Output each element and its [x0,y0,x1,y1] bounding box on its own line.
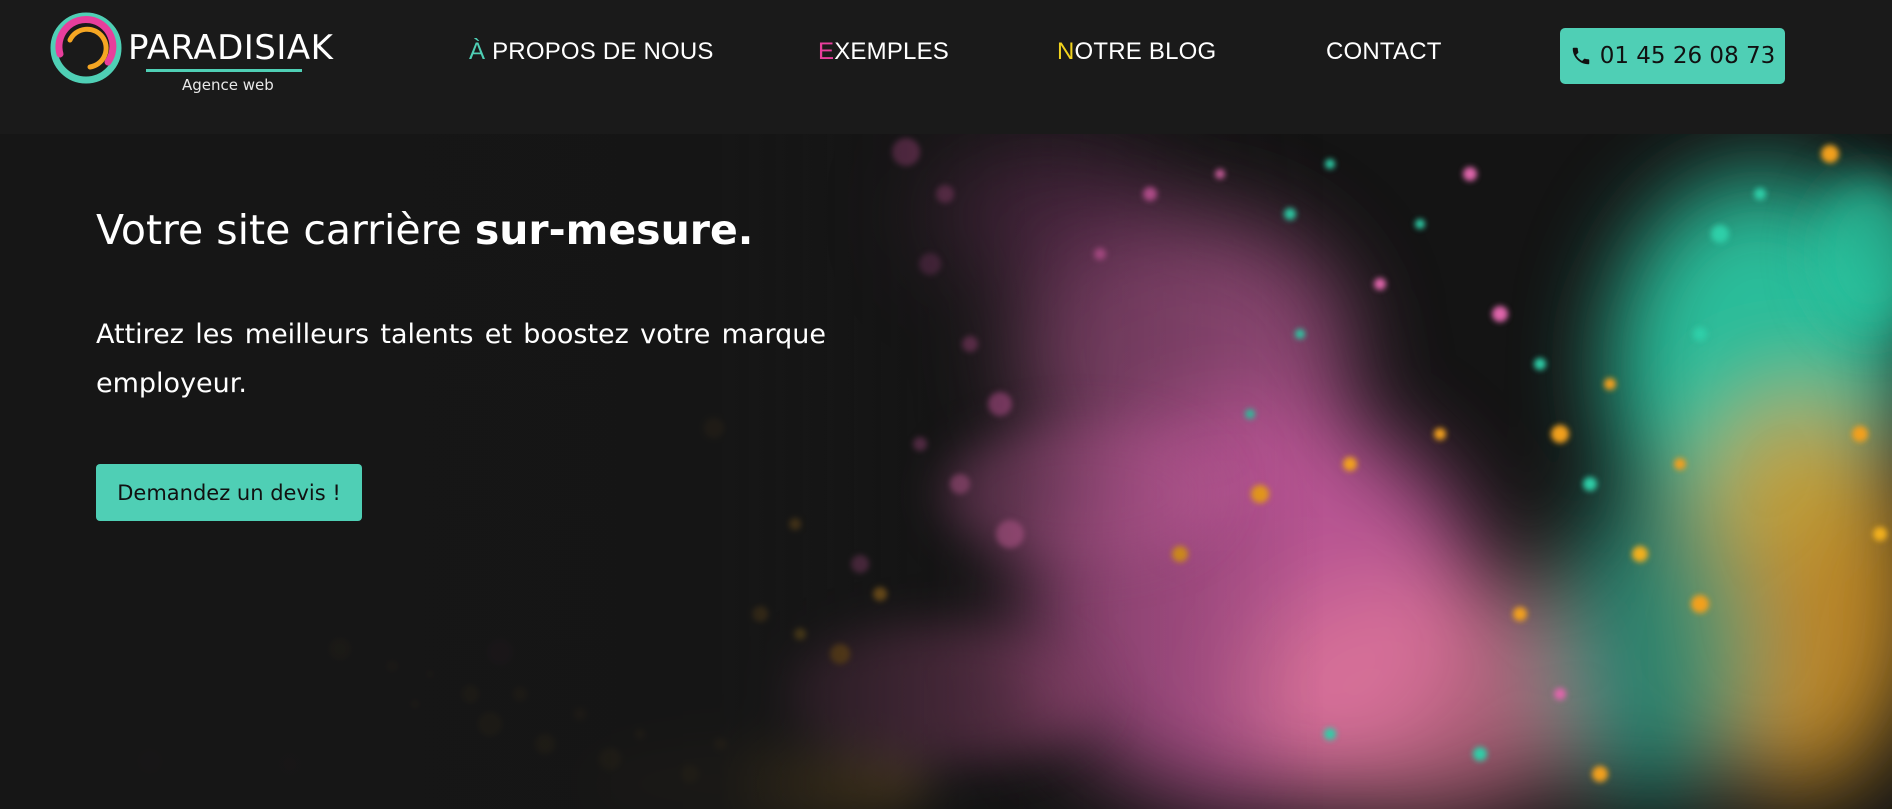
hero-subtitle: Attirez les meilleurs talents et boostez… [96,319,826,399]
nav-link-label: PROPOS DE NOUS [485,38,714,65]
logo-underline [146,69,302,72]
paradisiak-logo-icon [50,12,122,84]
hero-title-bold: sur-mesure. [474,206,754,254]
logo-wordmark: PARADISIAK [128,28,334,68]
nav-link-initial: N [1057,38,1075,65]
nav-link-a-propos[interactable]: À PROPOS DE NOUS [469,38,714,66]
hero-section: Votre site carrière sur-mesure. Attirez … [0,134,1892,809]
nav-link-label: CONTACT [1326,38,1442,65]
logo-tagline: Agence web [182,76,274,94]
nav-link-initial: E [818,38,835,65]
nav-link-label: XEMPLES [834,38,949,65]
nav-link-blog[interactable]: NOTRE BLOG [1057,38,1216,66]
phone-call-button[interactable]: 01 45 26 08 73 [1560,28,1785,84]
hero-title: Votre site carrière sur-mesure. [96,206,753,254]
hero-title-regular: Votre site carrière [96,206,475,254]
request-quote-button[interactable]: Demandez un devis ! [96,464,362,521]
nav-link-label: OTRE BLOG [1074,38,1217,65]
nav-link-exemples[interactable]: EXEMPLES [818,38,949,66]
nav-link-contact[interactable]: CONTACT [1326,38,1442,66]
nav-link-initial: À [469,38,486,65]
logo-link[interactable]: PARADISIAK Agence web [48,10,338,102]
phone-number: 01 45 26 08 73 [1599,43,1776,69]
site-header: PARADISIAK Agence web À PROPOS DE NOUS E… [0,0,1892,134]
phone-icon [1572,47,1589,65]
